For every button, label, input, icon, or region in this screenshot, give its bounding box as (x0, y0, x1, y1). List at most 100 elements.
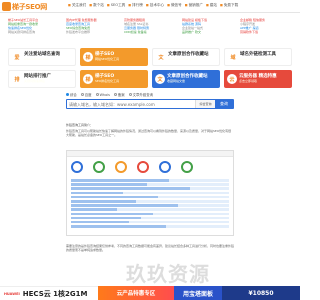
banner-ad[interactable]: 文 文章原创合作收藏站 收藏网站文章 (152, 70, 220, 88)
bottom-ad[interactable]: 云产品特惠专区 (98, 286, 174, 300)
banner-logo-icon: 域 (228, 52, 238, 62)
banner-title: 梯子SEO (95, 51, 115, 57)
screenshot-row (71, 208, 229, 211)
search-type-select[interactable]: 综合查询 (195, 100, 215, 108)
screenshot-row (71, 183, 229, 186)
nav-item[interactable]: 微信号 (167, 3, 182, 8)
search-type-tabs: 综合 百度 Whois 备案 文章外链查询 (66, 92, 234, 97)
tab-label: Whois (99, 92, 110, 97)
banner-logo-icon: 排 (12, 74, 22, 84)
search-input[interactable] (67, 100, 195, 108)
nav-item[interactable]: SEO工具 (107, 3, 126, 8)
tab-label: 文章外链查询 (132, 93, 153, 97)
screenshot-row (71, 220, 229, 224)
nav-item[interactable]: 数个站 (89, 3, 104, 8)
banner-ad[interactable]: 排 网站排行推广 关键词快速排名 (8, 70, 76, 88)
screenshot-row (71, 187, 229, 190)
banner-logo-icon: 爱 (12, 52, 22, 62)
gauge-icon (115, 161, 127, 173)
banner-ad[interactable]: 梯 梯子SEO SEO排名优化工具 (80, 70, 148, 88)
screenshot-gauges (71, 161, 193, 173)
gauge-icon (71, 161, 83, 173)
screenshot-header (67, 151, 233, 157)
banner-subtitle: SEO排名优化工具 (95, 79, 120, 83)
search-tab[interactable]: 备案 (113, 92, 125, 97)
banner-subtitle: www.linkcheck.com (240, 57, 270, 61)
tab-label: 备案 (117, 93, 125, 97)
banner-subtitle: 点击立即领取 (239, 79, 258, 83)
article-screenshot (66, 150, 234, 236)
nav-menu: 关注我们 数个站 SEO工具 排行榜 技术中心 微信号 营销推广 建站 免费下载 (68, 3, 238, 8)
link-column: 国内IP代理 免费服务器 百度收录查询工具 SEO综合查询免费 外链发布平台推荐 (66, 18, 118, 34)
article-intro: 外链查询工具简介： 外链查询工具可以帮助站长快速了解网站的外链情况，通过查询可以… (66, 123, 234, 140)
nav-item[interactable]: 排行榜 (128, 3, 143, 8)
banner-logo-icon: 梯 (83, 52, 93, 62)
link-column: 梯子SEO站长工具平台 网站权重查询一键收录 快速排名SEO优化 网站关键词排名… (8, 18, 60, 34)
banner-ad[interactable]: 爱 关注爱站域名查询 www.aizhan.com (8, 48, 76, 66)
article-heading: 外链查询工具简介： (66, 123, 94, 127)
gauge-icon (137, 161, 149, 173)
article-paragraph: 需要注意的是外链查询结果仅供参考，不同的查询工具数据可能会有差异，建议站长结合多… (66, 244, 235, 253)
bottom-ad[interactable]: 用宝塔面板 (174, 286, 222, 300)
logo-text: 梯子SEO网 (12, 2, 47, 11)
screenshot-row (71, 212, 229, 216)
screenshot-row (71, 179, 229, 182)
radio-icon (95, 93, 99, 96)
bottom-ad[interactable]: HUAWEI HECS云 1核2G1M (0, 286, 98, 300)
gauge-icon (181, 161, 193, 173)
text-link-grid: 梯子SEO站长工具平台 网站权重查询一键收录 快速排名SEO优化 网站关键词排名… (8, 18, 292, 34)
search-tab[interactable]: 综合 (66, 92, 77, 97)
banner-ad-grid: 爱 关注爱站域名查询 www.aizhan.com 梯 梯子SEO 网站SEO优化工… (8, 48, 292, 88)
search-button[interactable]: 查询 (215, 100, 233, 108)
search-tab[interactable]: 百度 (80, 92, 92, 97)
banner-logo-icon: 文 (156, 52, 166, 62)
banner-ad[interactable]: 云 云服务器 精选特惠 点击立即领取 (224, 70, 292, 88)
article-paragraph: 外链查询工具可以帮助站长快速了解网站的外链情况，通过查询可以看到外链的数量、来源… (66, 129, 232, 138)
tab-label: 百度 (84, 93, 92, 97)
banner-logo-icon: 文 (155, 74, 165, 84)
screenshot-row (71, 204, 229, 207)
search-panel: 综合 百度 Whois 备案 文章外链查询 综合查询 查询 (66, 92, 234, 109)
text-link[interactable]: 品牌推广 软文 (182, 30, 234, 34)
banner-title: 域名外链检测工具 (240, 51, 276, 57)
gauge-icon (159, 161, 171, 173)
nav-item[interactable]: 关注我们 (68, 3, 86, 8)
banner-title: 文章原创合作收藏站 (167, 73, 208, 79)
link-column: 企业邮箱 短信服务 小程序开发 APP推广 渠道 营销软件下载 (240, 18, 292, 34)
banner-ad[interactable]: 文 文章原创合作收藏站 www.wenzhang.net (152, 48, 220, 66)
text-link[interactable]: 网站关键词排名查询 (8, 30, 60, 34)
screenshot-table (71, 179, 229, 229)
logo-icon (2, 2, 11, 11)
banner-subtitle: 关键词快速排名 (24, 79, 46, 83)
banner-logo-icon: 云 (227, 74, 237, 84)
screenshot-row (71, 225, 229, 228)
nav-item[interactable]: 技术中心 (146, 3, 164, 8)
screenshot-row (71, 195, 229, 199)
banner-ad[interactable]: 域 域名外链检测工具 www.linkcheck.com (224, 48, 292, 66)
bottom-ad[interactable]: ¥10850 (222, 286, 300, 300)
gauge-icon (93, 161, 105, 173)
nav-item[interactable]: 建站 (206, 3, 217, 8)
watermark-text: 玖玖资源 (126, 262, 210, 286)
tab-label: 综合 (70, 93, 77, 97)
bottom-ad-bar: HUAWEI HECS云 1核2G1M 云产品特惠专区 用宝塔面板 ¥10850 (0, 286, 300, 300)
text-link[interactable]: 外链发布平台推荐 (66, 30, 118, 34)
search-tab[interactable]: 文章外链查询 (128, 92, 153, 97)
screenshot-row (71, 199, 229, 203)
banner-title: 关注爱站域名查询 (24, 51, 60, 57)
text-link[interactable]: 营销软件下载 (240, 30, 292, 34)
site-logo[interactable]: 梯子SEO网 (2, 1, 47, 12)
banner-title: 梯子SEO (95, 73, 115, 79)
banner-subtitle: www.aizhan.com (24, 57, 50, 61)
search-tab[interactable]: Whois (95, 92, 110, 97)
banner-ad[interactable]: 梯 梯子SEO 网站SEO优化工具 (80, 48, 148, 66)
banner-logo-icon: 梯 (83, 74, 93, 84)
nav-item[interactable]: 营销推广 (185, 3, 203, 8)
radio-icon (66, 93, 69, 96)
screenshot-row (71, 191, 229, 195)
text-link[interactable]: CDN加速 免备案 (124, 30, 176, 34)
nav-item[interactable]: 免费下载 (220, 3, 238, 8)
link-column: 高防服务器租用 域名注册 SSL证书 云服务器 限时特惠 CDN加速 免备案 (124, 18, 176, 34)
ad-text: HECS云 1核2G1M (22, 289, 88, 298)
search-bar: 综合查询 查询 (66, 99, 234, 109)
